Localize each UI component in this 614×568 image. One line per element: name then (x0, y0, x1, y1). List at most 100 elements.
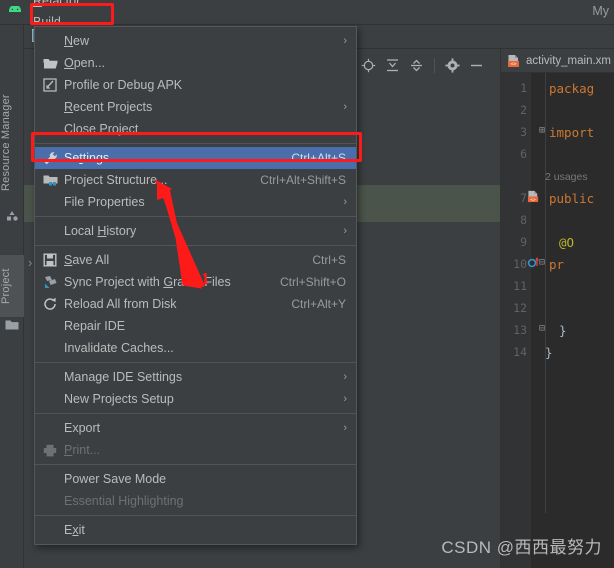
menu-item-label: Save All (64, 253, 110, 267)
menubar-item-refactor[interactable]: Refactor (26, 0, 89, 12)
editor-code-area[interactable] (531, 73, 614, 568)
menu-item-invalidate-caches[interactable]: Invalidate Caches... (35, 337, 356, 359)
line-number: 8 (520, 213, 527, 227)
project-structure-icon (42, 172, 58, 188)
menu-separator (35, 143, 356, 144)
settings-gear-icon[interactable] (444, 57, 461, 74)
code-token: pr (549, 257, 565, 272)
line-number: 12 (513, 301, 527, 315)
chevron-right-icon: › (343, 101, 347, 113)
code-token: } (559, 323, 567, 338)
menu-item-shortcut: Ctrl+Alt+Y (291, 297, 346, 311)
menu-item-file-properties[interactable]: File Properties › (35, 191, 356, 213)
menu-item-label: Open... (64, 56, 106, 70)
left-tool-window-strip: Resource Manager Project (0, 25, 24, 568)
menu-item-label: Power Save Mode (64, 472, 167, 486)
hide-panel-icon[interactable] (468, 57, 485, 74)
editor-tab-bar: <> activity_main.xm (501, 49, 614, 73)
menu-separator (35, 245, 356, 246)
locate-target-icon[interactable] (360, 57, 377, 74)
wrench-settings-icon (42, 150, 58, 166)
menu-item-project-structure[interactable]: Project Structure... Ctrl+Alt+Shift+S (35, 169, 356, 191)
menu-item-open[interactable]: Open... (35, 52, 356, 74)
code-token: packag (549, 81, 595, 96)
chevron-right-icon[interactable]: › (28, 255, 32, 270)
line-number: 10 (513, 257, 527, 271)
line-number: 11 (513, 279, 527, 293)
line-number: 2 (520, 103, 527, 117)
code-token: import (549, 125, 595, 140)
chevron-right-icon: › (343, 422, 347, 434)
svg-text:<>: <> (510, 61, 516, 67)
collapse-all-icon[interactable] (408, 57, 425, 74)
menu-item-close-project[interactable]: Close Project (35, 118, 356, 140)
code-fold-toggle[interactable]: ⊞ (539, 125, 545, 136)
menu-item-new-projects-setup[interactable]: New Projects Setup › (35, 388, 356, 410)
chevron-right-icon: › (343, 196, 347, 208)
sidebar-tab-resource-manager[interactable]: Resource Manager (0, 87, 24, 199)
menu-item-settings[interactable]: Settings... Ctrl+Alt+S (35, 147, 356, 169)
menu-item-power-save-mode[interactable]: Power Save Mode (35, 468, 356, 490)
chevron-right-icon: › (343, 225, 347, 237)
save-all-icon (42, 252, 58, 268)
menu-item-export[interactable]: Export › (35, 417, 356, 439)
resource-manager-icon (5, 209, 19, 223)
reload-disk-icon (42, 296, 58, 312)
code-editor: <> activity_main.xm 1 2 3 6 7 8 9 10 11 12 13 14 pa… (501, 49, 614, 568)
editor-toolbar (360, 52, 500, 78)
menu-item-print: Print... (35, 439, 356, 461)
profile-debug-apk-icon (42, 77, 58, 93)
menu-item-label: Invalidate Caches... (64, 341, 174, 355)
expand-all-icon[interactable] (384, 57, 401, 74)
editor-tab-label[interactable]: activity_main.xm (526, 55, 611, 67)
menu-item-save-all[interactable]: Save All Ctrl+S (35, 249, 356, 271)
menu-item-new[interactable]: New › (35, 30, 356, 52)
toolbar-separator (434, 57, 435, 73)
menu-item-essential-highlighting: Essential Highlighting (35, 490, 356, 512)
override-method-icon[interactable] (527, 256, 540, 269)
menu-item-label: Reload All from Disk (64, 297, 177, 311)
menu-item-label: Profile or Debug APK (64, 78, 183, 92)
line-number: 9 (520, 235, 527, 249)
android-logo-icon (4, 1, 26, 23)
menu-item-label: Exit (64, 523, 85, 537)
menu-item-shortcut: Ctrl+Shift+O (279, 275, 346, 289)
line-number: 13 (513, 323, 527, 337)
watermark-text: CSDN @西西最努力 (441, 538, 602, 557)
xml-layout-file-icon[interactable]: <> (527, 190, 540, 203)
code-fold-toggle[interactable]: ⊟ (539, 323, 545, 334)
code-token: } (545, 345, 553, 360)
menu-item-exit[interactable]: Exit (35, 519, 356, 541)
menu-item-local-history[interactable]: Local History › (35, 220, 356, 242)
printer-icon (42, 442, 58, 458)
sidebar-tab-project[interactable]: Project (0, 255, 24, 317)
line-number: 14 (513, 345, 527, 359)
project-folder-icon (5, 318, 19, 332)
indent-guide (545, 73, 546, 513)
menu-item-repair-ide[interactable]: Repair IDE (35, 315, 356, 337)
menu-item-label: Sync Project with Gradle Files (64, 275, 231, 289)
menu-item-reload-all-from-disk[interactable]: Reload All from Disk Ctrl+Alt+Y (35, 293, 356, 315)
menu-item-label: Settings... (64, 151, 120, 165)
sync-gradle-icon (42, 274, 58, 290)
chevron-right-icon: › (343, 35, 347, 47)
line-number: 6 (520, 147, 527, 161)
menu-separator (35, 464, 356, 465)
menu-item-label: Recent Projects (64, 100, 153, 114)
menu-item-label: Close Project (64, 122, 139, 136)
menu-item-sync-project-with-gradle-files[interactable]: Sync Project with Gradle Files Ctrl+Shift… (35, 271, 356, 293)
menu-separator (35, 413, 356, 414)
svg-text:<>: <> (530, 198, 536, 203)
menu-item-label: New (64, 34, 90, 48)
menu-item-label: Essential Highlighting (64, 494, 184, 508)
menu-item-profile-or-debug-apk[interactable]: Profile or Debug APK (35, 74, 356, 96)
file-dropdown-menu[interactable]: New › Open... Profile or Debug APK Recent Pr… (34, 26, 357, 545)
line-number: 7 (520, 191, 527, 205)
menu-item-label: Project Structure... (64, 173, 168, 187)
xml-layout-file-icon: <> (507, 54, 521, 68)
menu-item-manage-ide-settings[interactable]: Manage IDE Settings › (35, 366, 356, 388)
open-folder-icon (42, 55, 58, 71)
chevron-right-icon: › (343, 371, 347, 383)
annotation-step-number: 1 (201, 269, 210, 288)
menu-item-recent-projects[interactable]: Recent Projects › (35, 96, 356, 118)
